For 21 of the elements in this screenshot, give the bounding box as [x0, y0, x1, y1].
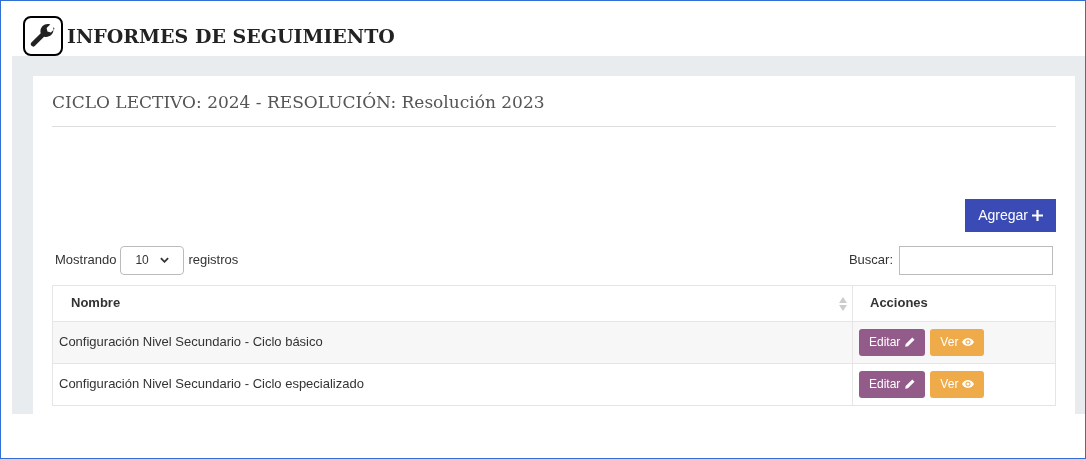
table-cell: Configuración Nivel Secundario - Ciclo básico	[52, 321, 853, 363]
length-label: registros	[188, 251, 239, 270]
column-header: Acciones	[852, 285, 1056, 321]
card-title: CICLO LECTIVO: 2024 - RESOLUCIÓN: Resolución 2023	[52, 90, 1056, 127]
page-size-select[interactable]: 10	[120, 245, 185, 275]
eye-icon	[962, 337, 975, 347]
pencil-icon	[904, 336, 916, 348]
edit-button[interactable]: Editar	[859, 370, 926, 398]
search-field[interactable]	[899, 245, 1053, 275]
plus-icon	[1032, 209, 1043, 221]
chevron-down-icon	[160, 257, 170, 263]
length-label: Mostrando	[55, 251, 117, 270]
pencil-icon	[904, 378, 916, 390]
page-title: INFORMES DE SEGUIMIENTO	[67, 23, 395, 49]
eye-icon	[962, 379, 975, 389]
sort-icon	[839, 296, 847, 311]
edit-button[interactable]: Editar	[859, 328, 926, 356]
add-button[interactable]: Agregar	[965, 198, 1056, 232]
table-cell: Configuración Nivel Secundario - Ciclo especializado	[52, 363, 853, 405]
column-header[interactable]: Nombre	[52, 285, 853, 321]
search-label: Buscar:	[848, 251, 893, 270]
